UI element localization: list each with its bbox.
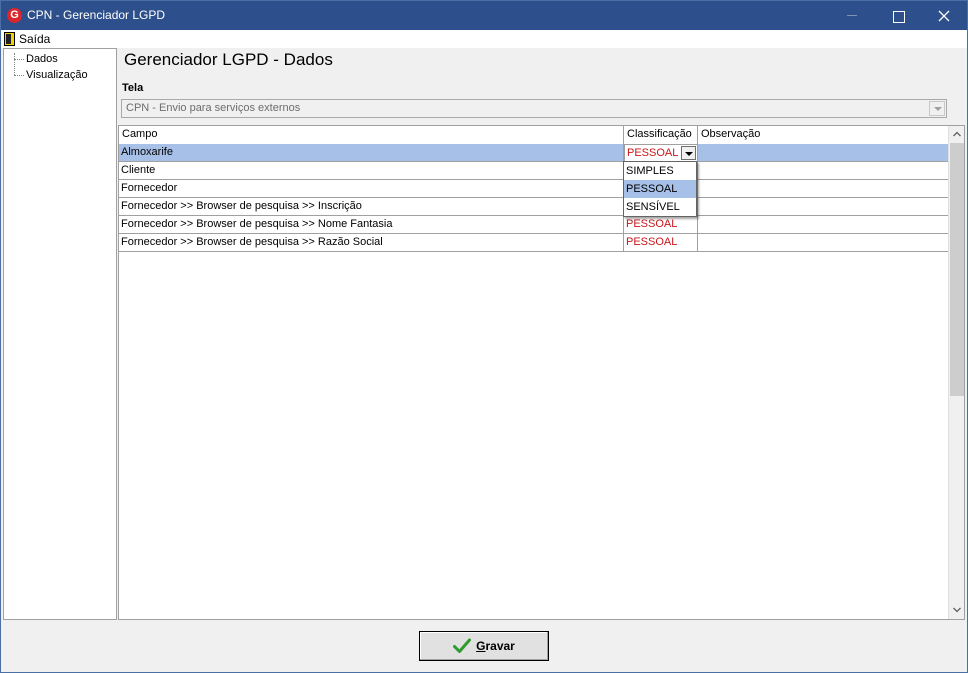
cell-classificacao[interactable]: PESSOAL: [624, 234, 698, 252]
maximize-button[interactable]: [875, 1, 921, 30]
tree-connector: [14, 59, 24, 60]
close-button[interactable]: [921, 1, 967, 30]
app-window: G CPN - Gerenciador LGPD Saída Dados Vis…: [0, 0, 968, 673]
table-row[interactable]: Fornecedor >> Browser de pesquisa >> Nom…: [119, 216, 948, 234]
table-row[interactable]: Cliente: [119, 162, 948, 180]
gravar-button-label: Gravar: [476, 639, 515, 653]
column-header-classificacao[interactable]: Classificação: [624, 126, 698, 144]
menu-bar: Saída: [1, 30, 967, 48]
scroll-down-button[interactable]: [949, 602, 964, 619]
cell-observacao[interactable]: [698, 216, 948, 234]
menu-item-saida[interactable]: Saída: [4, 31, 50, 47]
cell-campo[interactable]: Fornecedor: [119, 180, 624, 198]
title-bar[interactable]: G CPN - Gerenciador LGPD: [1, 1, 967, 30]
dropdown-option-sensivel[interactable]: SENSÍVEL: [624, 198, 696, 216]
tree-connector: [14, 75, 24, 76]
cell-campo[interactable]: Fornecedor >> Browser de pesquisa >> Nom…: [119, 216, 624, 234]
close-icon: [938, 10, 950, 22]
table-row[interactable]: Almoxarife PESSOAL: [119, 144, 948, 162]
cell-classificacao[interactable]: PESSOAL: [624, 216, 698, 234]
cell-campo[interactable]: Fornecedor >> Browser de pesquisa >> Ins…: [119, 198, 624, 216]
cell-observacao[interactable]: [698, 234, 948, 252]
dropdown-arrow-icon[interactable]: [681, 146, 696, 160]
sidebar-item-dados[interactable]: Dados: [26, 53, 58, 65]
vertical-scrollbar[interactable]: [948, 126, 964, 619]
sidebar-item-visualizacao[interactable]: Visualização: [26, 69, 88, 81]
scroll-thumb[interactable]: [950, 143, 964, 396]
cell-observacao[interactable]: [698, 162, 948, 180]
chevron-up-icon: [953, 131, 961, 137]
menu-item-label: Saída: [19, 32, 51, 46]
sidebar-tree: Dados Visualização: [3, 48, 117, 620]
column-header-observacao[interactable]: Observação: [698, 126, 948, 144]
check-icon: [453, 638, 472, 653]
dropdown-option-pessoal[interactable]: PESSOAL: [624, 180, 696, 198]
table-row[interactable]: Fornecedor: [119, 180, 948, 198]
cell-observacao[interactable]: [698, 198, 948, 216]
tela-label: Tela: [122, 82, 144, 94]
dropdown-option-simples[interactable]: SIMPLES: [624, 162, 696, 180]
grid-header: Campo Classificação Observação: [119, 126, 948, 144]
tela-select-value: CPN - Envio para serviços externos: [126, 102, 301, 114]
cell-campo[interactable]: Cliente: [119, 162, 624, 180]
cell-campo[interactable]: Fornecedor >> Browser de pesquisa >> Raz…: [119, 234, 624, 252]
tela-select[interactable]: CPN - Envio para serviços externos: [121, 99, 947, 118]
window-title: CPN - Gerenciador LGPD: [27, 8, 166, 22]
classification-editor-value: PESSOAL: [627, 147, 679, 159]
app-logo-icon: G: [7, 8, 22, 23]
chevron-down-icon: [953, 607, 961, 613]
scroll-up-button[interactable]: [949, 126, 964, 143]
fields-grid: Campo Classificação Observação Almoxarif…: [118, 125, 965, 620]
gravar-button[interactable]: Gravar: [419, 631, 549, 661]
cell-observacao[interactable]: [698, 144, 948, 162]
classification-editor[interactable]: PESSOAL: [624, 144, 698, 162]
page-title: Gerenciador LGPD - Dados: [124, 50, 333, 69]
table-row[interactable]: Fornecedor >> Browser de pesquisa >> Raz…: [119, 234, 948, 252]
classification-dropdown-list: SIMPLES PESSOAL SENSÍVEL: [623, 161, 697, 217]
door-exit-icon: [4, 32, 15, 46]
chevron-down-icon[interactable]: [929, 101, 945, 116]
table-row[interactable]: Fornecedor >> Browser de pesquisa >> Ins…: [119, 198, 948, 216]
tree-connector: [14, 53, 15, 75]
cell-observacao[interactable]: [698, 180, 948, 198]
minimize-button[interactable]: [829, 1, 875, 30]
column-header-campo[interactable]: Campo: [119, 126, 624, 144]
cell-campo[interactable]: Almoxarife: [119, 144, 624, 162]
